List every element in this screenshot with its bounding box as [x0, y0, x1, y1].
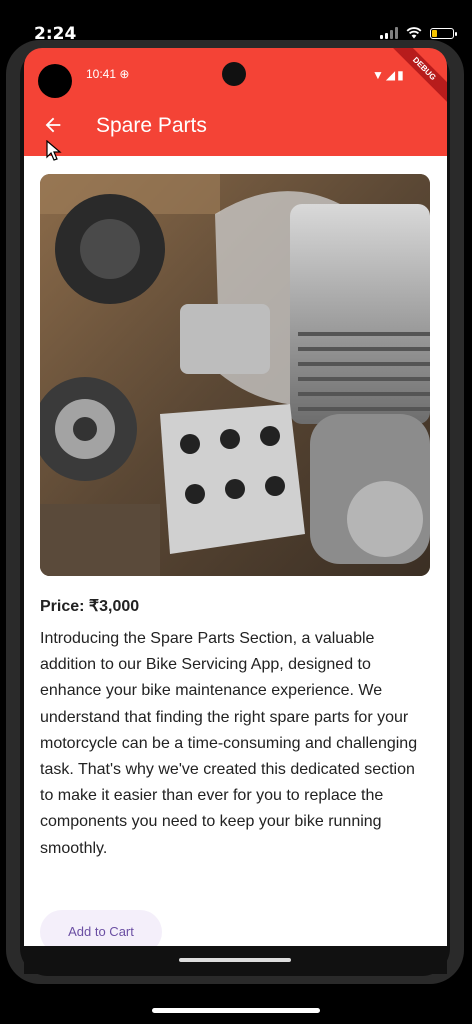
add-to-cart-button[interactable]: Add to Cart: [40, 910, 162, 946]
arrow-left-icon: [45, 117, 61, 133]
status-settings-icon: ⊕: [119, 67, 130, 81]
android-clock: 10:41 ⊕: [86, 67, 130, 81]
product-image: [40, 174, 430, 576]
cellular-signal-icon: [380, 27, 398, 39]
product-description: Introducing the Spare Parts Section, a v…: [40, 630, 418, 857]
android-nav-bar: [24, 946, 447, 974]
product-price: Price: ₹3,000: [40, 598, 140, 615]
ios-status-bar: 2:24: [0, 0, 472, 44]
front-camera: [222, 62, 246, 86]
app-bar: 10:41 ⊕ ▼◢▮ DEBUG Spare Parts: [24, 48, 447, 156]
android-home-indicator[interactable]: [179, 958, 291, 962]
page-title: Spare Parts: [96, 114, 207, 137]
mouse-cursor-icon: [46, 140, 62, 161]
punch-hole-camera: [38, 64, 72, 98]
ios-status-icons: [380, 27, 457, 39]
android-status-bar: 10:41 ⊕ ▼◢▮ DEBUG: [24, 48, 447, 106]
back-button[interactable]: [38, 110, 68, 140]
ios-home-indicator[interactable]: [152, 1008, 320, 1013]
debug-banner: DEBUG: [387, 48, 447, 108]
product-details[interactable]: Price: ₹3,000 Introducing the Spare Part…: [24, 156, 447, 946]
wifi-icon: [406, 27, 422, 39]
battery-icon: [430, 27, 457, 39]
